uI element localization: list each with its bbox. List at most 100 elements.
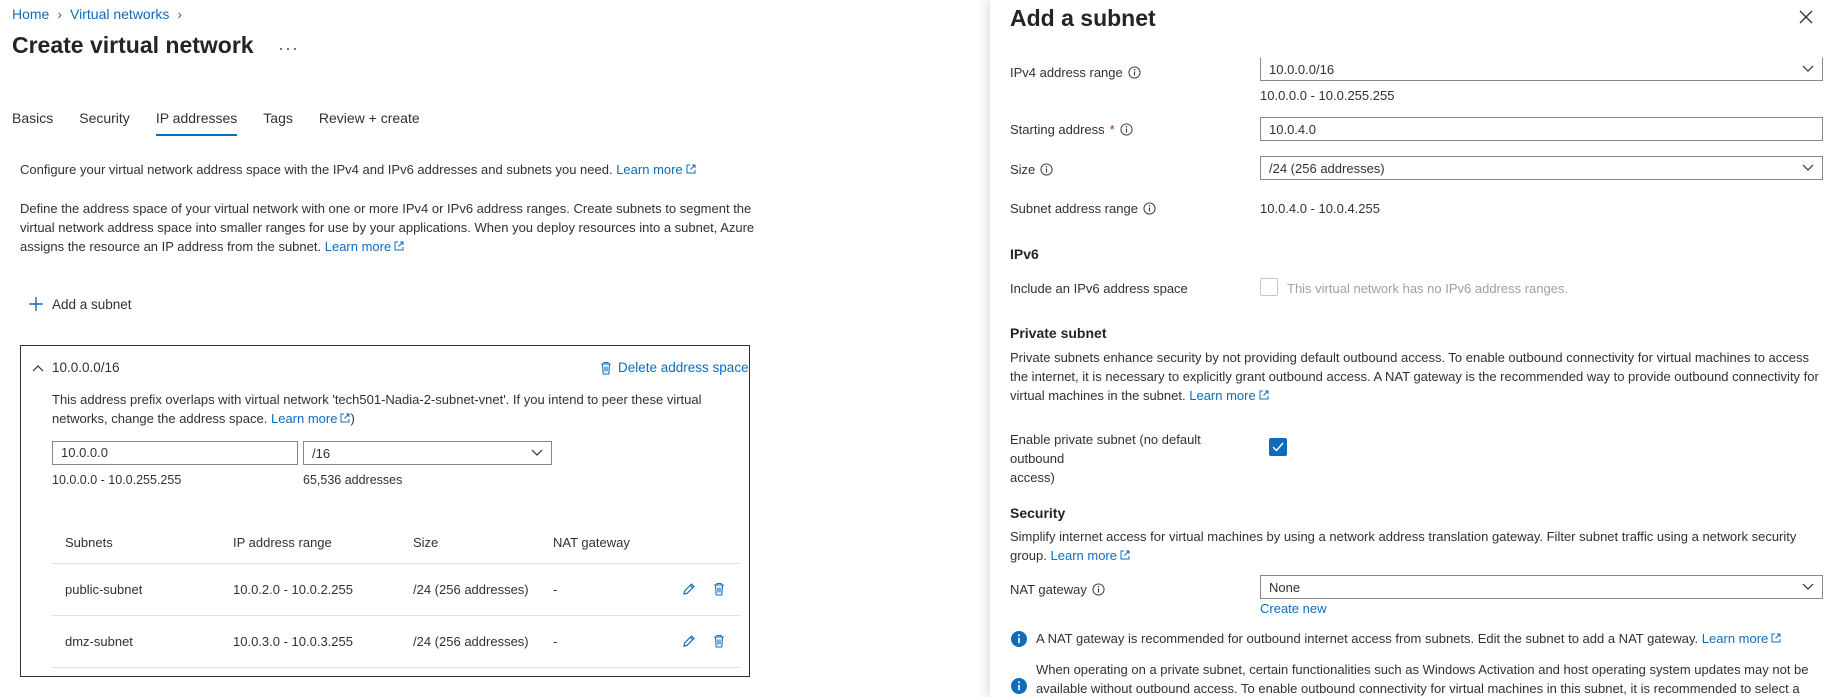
trash-icon[interactable]: [713, 582, 725, 596]
col-header-subnets: Subnets: [65, 535, 113, 550]
chevron-up-icon: [32, 364, 44, 371]
enable-private-checkbox[interactable]: [1269, 438, 1287, 456]
more-options-button[interactable]: ···: [278, 38, 299, 59]
enable-private-line-1: Enable private subnet (no default outbou…: [1010, 432, 1201, 466]
ipv4-range-label: IPv4 address range: [1010, 65, 1141, 80]
table-divider: [52, 667, 740, 668]
subnet-size: /24 (256 addresses): [413, 634, 529, 649]
size-label-text: Size: [1010, 162, 1036, 177]
subnet-range-value: 10.0.4.0 - 10.0.4.255: [1260, 201, 1380, 216]
external-link-icon: [394, 241, 404, 251]
private-desc-line-1: Private subnets enhance security by not …: [1010, 350, 1810, 365]
intro-text: Configure your virtual network address s…: [20, 160, 696, 179]
size-label: Size: [1010, 162, 1053, 177]
info-icon[interactable]: [1092, 583, 1105, 596]
nat-info-note: A NAT gateway is recommended for outboun…: [1010, 629, 1825, 648]
ipv4-range-label-text: IPv4 address range: [1010, 65, 1123, 80]
starting-address-input[interactable]: 10.0.4.0: [1260, 117, 1823, 141]
security-learn-more-link[interactable]: Learn more: [1051, 548, 1130, 563]
security-desc-line-2: group. Learn more: [1010, 546, 1825, 565]
nat-info-learn-more-label: Learn more: [1701, 631, 1769, 646]
close-icon[interactable]: [1799, 10, 1813, 24]
nat-gateway-dropdown[interactable]: None: [1260, 575, 1823, 599]
private-desc-line-3-text: virtual machines in the subnet.: [1010, 388, 1186, 403]
address-input[interactable]: 10.0.0.0: [52, 441, 298, 465]
col-header-size: Size: [413, 535, 439, 550]
table-divider: [52, 563, 740, 564]
overlap-warning: This address prefix overlaps with virtua…: [52, 390, 702, 428]
info-icon[interactable]: [1120, 123, 1133, 136]
security-desc-line-2-text: group.: [1010, 548, 1047, 563]
subnet-range: 10.0.2.0 - 10.0.2.255: [233, 582, 353, 597]
define-text: Define the address space of your virtual…: [20, 199, 754, 256]
plus-icon: [29, 297, 43, 311]
info-icon[interactable]: [1143, 202, 1156, 215]
edit-pencil-icon[interactable]: [682, 634, 696, 648]
subnet-range: 10.0.3.0 - 10.0.3.255: [233, 634, 353, 649]
define-line-3-text: assigns the resource an IP address from …: [20, 239, 322, 254]
starting-address-label-text: Starting address: [1010, 122, 1105, 137]
starting-address-value: 10.0.4.0: [1269, 121, 1316, 137]
chevron-right-icon: ›: [177, 6, 183, 22]
subnet-name-link[interactable]: dmz-subnet: [65, 634, 133, 649]
subnet-nat: -: [553, 634, 558, 649]
page-title: Create virtual network: [12, 32, 254, 58]
tab-tags[interactable]: Tags: [263, 110, 293, 136]
subnet-range-label-text: Subnet address range: [1010, 201, 1138, 216]
info-icon[interactable]: [1128, 66, 1141, 79]
address-input-value: 10.0.0.0: [61, 445, 108, 460]
subnet-nat: -: [553, 582, 558, 597]
private-info-text: When operating on a private subnet, cert…: [1036, 660, 1809, 697]
define-line-3: assigns the resource an IP address from …: [20, 237, 754, 256]
col-header-nat-gateway: NAT gateway: [553, 535, 630, 550]
address-space-header[interactable]: 10.0.0.0/16: [32, 360, 120, 375]
define-learn-more-label: Learn more: [324, 239, 392, 254]
create-new-nat-link[interactable]: Create new: [1260, 601, 1326, 616]
prefix-dropdown[interactable]: /16: [303, 441, 552, 465]
nat-info-learn-more-link[interactable]: Learn more: [1702, 631, 1781, 646]
tab-security[interactable]: Security: [79, 110, 130, 136]
add-subnet-button[interactable]: Add a subnet: [28, 296, 132, 312]
checkmark-icon: [1272, 442, 1284, 452]
ipv4-range-dropdown[interactable]: 10.0.0.0/16: [1260, 57, 1823, 81]
create-vnet-page: Home › Virtual networks › Create virtual…: [0, 0, 990, 697]
required-marker: *: [1109, 122, 1115, 137]
trash-icon[interactable]: [713, 634, 725, 648]
info-filled-icon: [1011, 631, 1027, 647]
intro-description: Configure your virtual network address s…: [20, 162, 613, 177]
private-info-line-2: available without outbound access. To en…: [1036, 681, 1800, 696]
prefix-dropdown-value: /16: [312, 445, 331, 461]
private-learn-more-label: Learn more: [1189, 388, 1256, 403]
address-range-text: 10.0.0.0 - 10.0.255.255: [52, 473, 182, 487]
define-learn-more-link[interactable]: Learn more: [325, 239, 404, 254]
chevron-down-icon: [1802, 65, 1814, 72]
col-header-ip-range: IP address range: [233, 535, 332, 550]
private-desc-line-3: virtual machines in the subnet. Learn mo…: [1010, 386, 1825, 405]
overlap-learn-more-link[interactable]: Learn more: [271, 411, 350, 426]
ipv6-checkbox[interactable]: [1260, 278, 1278, 296]
subnet-name-link[interactable]: public-subnet: [65, 582, 142, 597]
address-space-cidr: 10.0.0.0/16: [52, 360, 120, 375]
address-count-text: 65,536 addresses: [303, 473, 403, 487]
breadcrumb-home[interactable]: Home: [12, 6, 49, 22]
private-info-note: When operating on a private subnet, cert…: [1010, 660, 1825, 697]
tab-review-create[interactable]: Review + create: [319, 110, 420, 136]
define-line-1: Define the address space of your virtual…: [20, 201, 752, 216]
tab-basics[interactable]: Basics: [12, 110, 53, 136]
size-dropdown[interactable]: /24 (256 addresses): [1260, 156, 1823, 180]
private-learn-more-link[interactable]: Learn more: [1189, 388, 1269, 403]
tab-ip-addresses[interactable]: IP addresses: [155, 110, 238, 136]
define-line-2: virtual network address space into small…: [20, 220, 755, 235]
breadcrumb-virtual-networks[interactable]: Virtual networks: [70, 6, 169, 22]
add-subnet-panel: Add a subnet IPv4 address range 10.0.0.0…: [990, 0, 1833, 697]
external-link-icon: [1259, 390, 1269, 400]
info-icon[interactable]: [1040, 163, 1053, 176]
trash-icon: [601, 361, 611, 375]
delete-address-space-button[interactable]: Delete address space: [600, 360, 749, 375]
ipv4-range-value: 10.0.0.0/16: [1269, 61, 1335, 77]
enable-private-label: Enable private subnet (no default outbou…: [1010, 430, 1250, 487]
starting-address-label: Starting address *: [1010, 122, 1133, 137]
intro-learn-more-link[interactable]: Learn more: [616, 162, 696, 177]
private-subnet-heading: Private subnet: [1010, 325, 1107, 341]
edit-pencil-icon[interactable]: [682, 582, 696, 596]
